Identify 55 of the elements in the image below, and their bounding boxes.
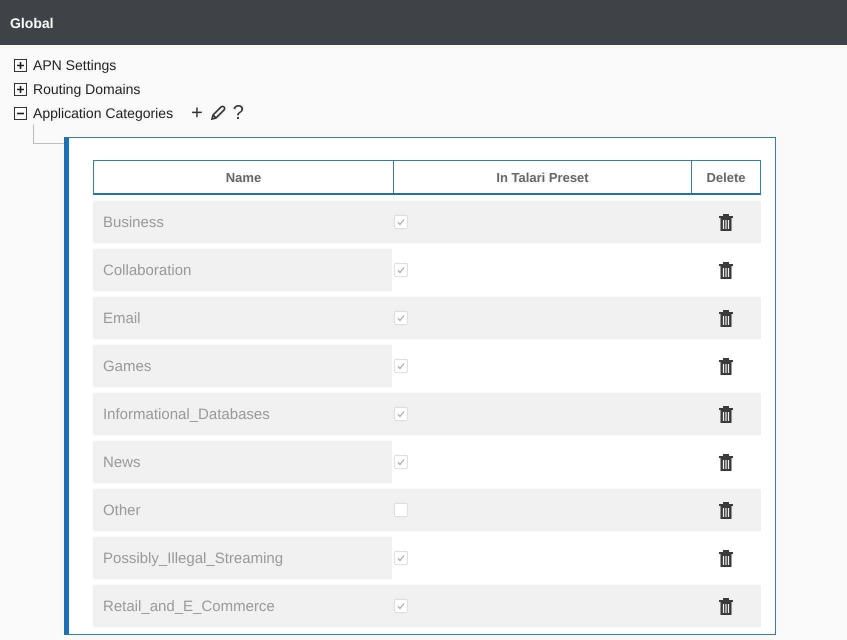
delete-button[interactable]	[718, 452, 734, 472]
trash-icon	[718, 260, 734, 280]
expand-toggle[interactable]	[14, 58, 27, 72]
trash-icon	[718, 356, 734, 376]
preset-checkbox[interactable]	[394, 263, 408, 277]
preset-checkbox[interactable]	[394, 503, 408, 517]
delete-button[interactable]	[718, 500, 734, 520]
plus-icon	[16, 84, 25, 94]
expand-toggle[interactable]	[14, 82, 27, 96]
check-icon	[397, 602, 405, 610]
name-cell: News	[93, 441, 392, 483]
add-button[interactable]: +	[191, 103, 203, 123]
preset-checkbox[interactable]	[394, 407, 408, 421]
trash-icon	[718, 596, 734, 616]
trash-icon	[718, 452, 734, 472]
check-icon	[397, 458, 405, 466]
check-icon	[397, 266, 405, 274]
plus-icon	[16, 60, 25, 70]
delete-button[interactable]	[718, 212, 734, 232]
delete-button[interactable]	[718, 260, 734, 280]
name-cell: Possibly_Illegal_Streaming	[93, 537, 392, 579]
trash-icon	[718, 548, 734, 568]
expand-toggle[interactable]	[14, 106, 27, 120]
column-header: Name	[224, 168, 262, 186]
trash-icon	[718, 212, 734, 232]
delete-button[interactable]	[718, 548, 734, 568]
tree-item[interactable]: Application Categories	[33, 105, 174, 121]
delete-button[interactable]	[718, 308, 734, 328]
check-icon	[397, 410, 405, 418]
preset-checkbox[interactable]	[394, 455, 408, 469]
edit-button[interactable]	[208, 104, 227, 122]
pencil-icon	[208, 104, 227, 122]
check-icon	[397, 218, 405, 226]
preset-checkbox[interactable]	[394, 311, 408, 325]
delete-button[interactable]	[718, 356, 734, 376]
delete-button[interactable]	[718, 596, 734, 616]
tree-item[interactable]: APN Settings	[33, 57, 116, 73]
tree-item[interactable]: Routing Domains	[33, 81, 140, 97]
preset-checkbox[interactable]	[394, 215, 408, 229]
name-cell: Collaboration	[93, 249, 392, 291]
preset-checkbox[interactable]	[394, 599, 408, 613]
check-icon	[397, 314, 405, 322]
header-title: Global	[10, 14, 54, 30]
trash-icon	[718, 308, 734, 328]
trash-icon	[718, 404, 734, 424]
check-icon	[397, 362, 405, 370]
check-icon	[397, 554, 405, 562]
preset-checkbox[interactable]	[394, 359, 408, 373]
trash-icon	[718, 500, 734, 520]
column-header: Delete	[691, 161, 760, 193]
help-button[interactable]: ?	[232, 103, 244, 123]
preset-checkbox[interactable]	[394, 551, 408, 565]
delete-button[interactable]	[718, 404, 734, 424]
column-header: In Talari Preset	[393, 161, 691, 193]
name-cell: Games	[93, 345, 392, 387]
